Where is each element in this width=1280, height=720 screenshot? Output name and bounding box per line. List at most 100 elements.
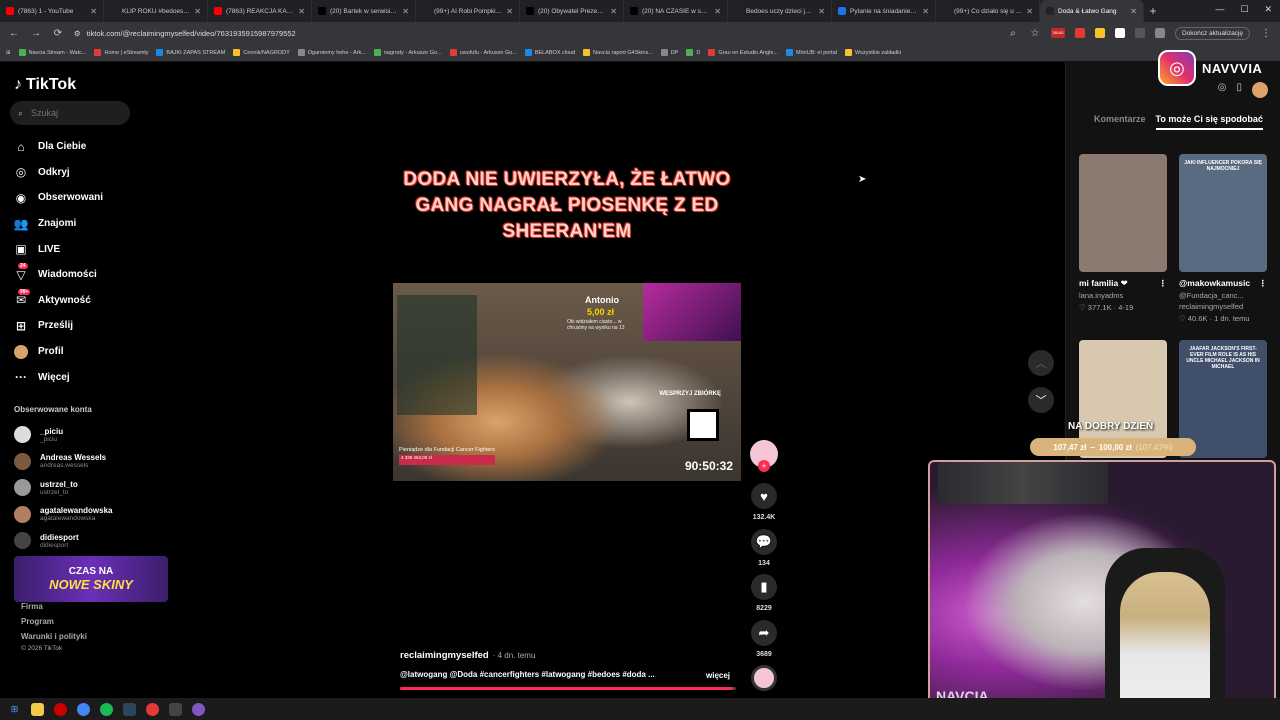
browser-tab[interactable]: (7863) 1 - YouTube ✕	[0, 0, 104, 22]
followed-account[interactable]: Andreas Wessels andreas.wessels	[14, 452, 106, 470]
obs-icon[interactable]	[192, 702, 205, 716]
browser-tab[interactable]: (99+) AI Robi Pompki z P ✕	[416, 0, 520, 22]
app-icon[interactable]	[146, 702, 159, 716]
tab-close-icon[interactable]: ✕	[1026, 7, 1033, 16]
video-frame[interactable]: Antonio 5,00 zł Oki widziałem ciasto... …	[393, 283, 741, 481]
terminal-icon[interactable]	[169, 702, 182, 716]
update-button[interactable]: Dokończ aktualizację	[1174, 26, 1250, 40]
bookmark-item[interactable]: uwufufu - Arkusze Go...	[449, 49, 517, 56]
footer-link[interactable]: Warunki i polityki	[21, 629, 87, 644]
close-window-icon[interactable]: ✕	[1264, 4, 1272, 15]
nav-item-dla-ciebie[interactable]: ⌂ Dla Ciebie	[14, 134, 103, 160]
bookmark-star-icon[interactable]: ☆	[1029, 28, 1041, 39]
new-tab-icon[interactable]: +	[1144, 4, 1162, 18]
browser-tab[interactable]: Doda & Łatwo Gang ✕	[1040, 0, 1144, 22]
follow-plus-icon[interactable]: +	[758, 460, 770, 472]
search-box[interactable]: ⌕	[10, 101, 130, 125]
promo-banner[interactable]: CZAS NA NOWE SKINY	[14, 556, 168, 602]
nav-item-live[interactable]: ▣ LIVE	[14, 236, 103, 262]
nav-item-wi-cej[interactable]: ··· Więcej	[14, 364, 103, 390]
browser-tab[interactable]: (7863) REAKCJA KASIX N ✕	[208, 0, 312, 22]
nav-item-obserwowani[interactable]: ◉ Obserwowani	[14, 185, 103, 211]
nav-item-wiadomo-ci[interactable]: ▽ 24 Wiadomości	[14, 262, 103, 288]
bookmark-item[interactable]: BAJKI ZAPAS STREAM	[156, 49, 225, 56]
followed-account[interactable]: agatalewandowska agatalewandowska	[14, 505, 112, 523]
extension-icon[interactable]	[1094, 28, 1105, 38]
bookmark-item[interactable]: Grau en Estudio Angle...	[708, 49, 778, 56]
author-name[interactable]: reclaimingmyselfed	[400, 650, 489, 661]
maximize-icon[interactable]: ☐	[1240, 4, 1248, 15]
site-info-icon[interactable]: ⚙	[74, 29, 81, 38]
nav-item-znajomi[interactable]: 👥 Znajomi	[14, 211, 103, 237]
browser-tab[interactable]: Bedoes uczy dzieci jak do ✕	[728, 0, 832, 22]
apps-grid-icon[interactable]: ⊞	[6, 50, 11, 56]
forward-icon[interactable]: →	[30, 28, 42, 39]
chrome-icon[interactable]	[77, 702, 90, 716]
zoom-icon[interactable]: ⌕	[1007, 28, 1019, 39]
back-icon[interactable]: ←	[8, 28, 20, 39]
card-more-icon[interactable]: ⋮	[1159, 278, 1168, 289]
tab-close-icon[interactable]: ✕	[818, 7, 825, 16]
nav-item-odkryj[interactable]: ◎ Odkryj	[14, 160, 103, 186]
bookmark-item[interactable]: BELABOX cloud	[524, 49, 575, 56]
tab-close-icon[interactable]: ✕	[1130, 7, 1137, 16]
tiktok-logo[interactable]: ♪ TikTok	[14, 76, 76, 94]
bookmark-item[interactable]: Navcia raport G4Skins...	[583, 49, 653, 56]
bookmark-item[interactable]: Wszystkie zakładki	[845, 49, 901, 56]
reload-icon[interactable]: ⟳	[52, 28, 64, 39]
browser-tab[interactable]: Pytanie na śniadanie: Czy ✕	[832, 0, 936, 22]
browser-tab[interactable]: (20) NA CZASIE w serwisi ✕	[624, 0, 728, 22]
like-button[interactable]: ♥	[751, 483, 777, 509]
more-button[interactable]: więcej	[706, 671, 730, 680]
tab-close-icon[interactable]: ✕	[194, 7, 201, 16]
nav-item-prze-lij[interactable]: ⊞ Prześlij	[14, 313, 103, 339]
browser-tab[interactable]: (20) Obywatel Prezes w s ✕	[520, 0, 624, 22]
bookmark-item[interactable]: MönUB: el portal	[786, 49, 837, 56]
video-author[interactable]: reclaimingmyselfed · 4 dn. temu	[400, 650, 535, 661]
bookmark-item[interactable]: Home | eStreamly	[94, 49, 148, 56]
extension-icon[interactable]	[1114, 28, 1125, 38]
browser-tab[interactable]: KLIP ROKU #bedoes #ca ✕	[104, 0, 208, 22]
opera-icon[interactable]	[54, 702, 67, 716]
tab-close-icon[interactable]: ✕	[90, 7, 97, 16]
url-field[interactable]: ⚙ tiktok.com/@reclaimingmyselfed/video/7…	[74, 25, 296, 41]
music-disc[interactable]	[751, 665, 777, 691]
minimize-icon[interactable]: —	[1215, 4, 1224, 15]
tab-recommended[interactable]: To może Ci się spodobać	[1155, 114, 1263, 130]
tab-close-icon[interactable]: ✕	[922, 7, 929, 16]
creator-avatar[interactable]: +	[750, 440, 778, 472]
spotify-icon[interactable]	[100, 702, 113, 716]
video-player[interactable]: DODA NIE UWIERZYŁA, ŻE ŁATWO GANG NAGRAŁ…	[393, 62, 741, 692]
steam-icon[interactable]	[123, 702, 136, 716]
file-explorer-icon[interactable]	[31, 702, 44, 716]
comment-button[interactable]: 💬	[751, 529, 777, 555]
video-caption[interactable]: @latwogang @Doda #cancerfighters #latwog…	[400, 670, 655, 679]
search-input[interactable]	[31, 108, 112, 118]
tab-close-icon[interactable]: ✕	[298, 7, 305, 16]
video-thumbnail[interactable]	[1079, 154, 1167, 272]
browser-tab[interactable]: (99+) Co działo się u tatw ✕	[936, 0, 1040, 22]
bookmark-item[interactable]: Ogarniemy hehe - Ark...	[297, 49, 366, 56]
bookmark-item[interactable]: DP	[660, 49, 678, 56]
tab-close-icon[interactable]: ✕	[402, 7, 409, 16]
share-button[interactable]: ➦	[751, 620, 777, 646]
profile-avatar[interactable]	[1154, 28, 1165, 38]
tab-comments[interactable]: Komentarze	[1094, 114, 1146, 130]
followed-account[interactable]: _piciu _piciu	[14, 426, 63, 443]
card-more-icon[interactable]: ⋮	[1259, 278, 1268, 289]
footer-link[interactable]: Firma	[21, 599, 87, 614]
extension-badge[interactable]: 38140	[1050, 28, 1065, 38]
extensions-puzzle-icon[interactable]	[1134, 28, 1145, 38]
previous-video-button[interactable]: ︿	[1028, 350, 1054, 376]
extension-icon[interactable]	[1074, 28, 1085, 38]
bookmark-item[interactable]: nagrody - Arkusze Go...	[373, 49, 442, 56]
tab-close-icon[interactable]: ✕	[506, 7, 513, 16]
followed-account[interactable]: didiesport didiesport	[14, 532, 79, 549]
tab-close-icon[interactable]: ✕	[714, 7, 721, 16]
browser-menu-icon[interactable]: ⋮	[1260, 28, 1272, 39]
recommended-video-card[interactable]: JAKI INFLUENCER POKORA SIĘ NAJMOCNIEJ @ma…	[1179, 154, 1267, 323]
bookmark-item[interactable]: D	[686, 49, 700, 56]
video-thumbnail[interactable]: JAKI INFLUENCER POKORA SIĘ NAJMOCNIEJ	[1179, 154, 1267, 272]
nav-item-profil[interactable]: Profil	[14, 339, 103, 365]
windows-start-icon[interactable]: ⊞	[8, 703, 21, 716]
